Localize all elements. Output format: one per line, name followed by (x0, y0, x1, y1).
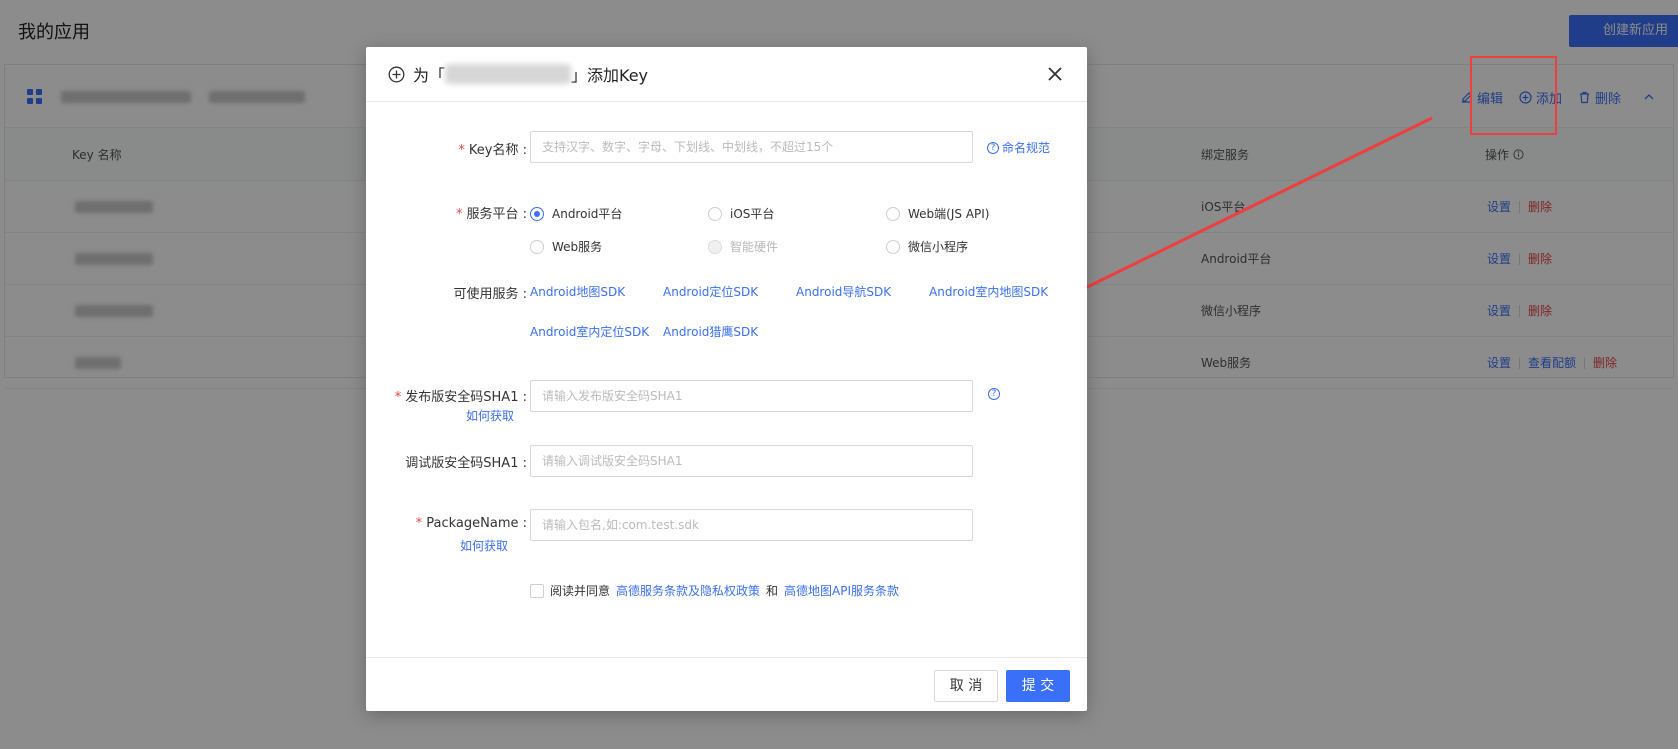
debug-sha1-input[interactable]: 请输入调试版安全码SHA1 (530, 445, 973, 477)
service-link[interactable]: Android定位SDK (663, 283, 758, 300)
close-icon[interactable] (1043, 62, 1067, 86)
app-name-redacted (445, 64, 572, 84)
cancel-button[interactable]: 取 消 (934, 670, 998, 702)
annotation-highlight-box (1470, 56, 1557, 135)
agreement-row: 阅读并同意 高德服务条款及隐私权政策 和 高德地图API服务条款 (530, 582, 899, 599)
package-name-input[interactable]: 请输入包名,如:com.test.sdk (530, 509, 973, 541)
services-label: 可使用服务 : (453, 287, 527, 302)
terms-privacy-link[interactable]: 高德服务条款及隐私权政策 (616, 582, 760, 599)
key-name-input[interactable]: 支持汉字、数字、字母、下划线、中划线，不超过15个 (530, 131, 973, 163)
naming-rules-link[interactable]: ? 命名规范 (987, 139, 1050, 156)
service-link[interactable]: Android导航SDK (796, 283, 891, 300)
radio-wechat-miniprogram[interactable]: 微信小程序 (886, 238, 968, 255)
modal-title: 为「 」添加Key (388, 47, 648, 101)
radio-android[interactable]: Android平台 (530, 205, 622, 222)
add-circle-icon (388, 66, 405, 82)
package-name-howto-link[interactable]: 如何获取 (460, 537, 508, 554)
radio-ios[interactable]: iOS平台 (708, 205, 774, 222)
platform-label: * 服务平台 : (455, 207, 527, 222)
radio-smart-hardware: 智能硬件 (708, 238, 778, 255)
modal-header: 为「 」添加Key (366, 47, 1087, 102)
radio-web-js[interactable]: Web端(JS API) (886, 205, 989, 222)
release-sha1-howto-link[interactable]: 如何获取 (466, 407, 514, 424)
key-name-label: * Key名称 : (458, 143, 527, 158)
agreement-checkbox[interactable] (530, 583, 544, 598)
modal-title-suffix: 」添加Key (571, 66, 649, 85)
agreement-and: 和 (766, 584, 779, 598)
agreement-prefix: 阅读并同意 (550, 584, 611, 598)
radio-web-service[interactable]: Web服务 (530, 238, 602, 255)
modal-title-prefix: 为「 (413, 66, 446, 85)
add-key-modal: 为「 」添加Key * Key名称 : 支持汉字、数字、字母、下划线、中划线，不超… (366, 47, 1087, 711)
question-icon: ? (988, 388, 1000, 400)
question-icon: ? (987, 141, 999, 154)
api-terms-link[interactable]: 高德地图API服务条款 (784, 582, 899, 599)
service-link[interactable]: Android地图SDK (530, 283, 625, 300)
modal-footer: 取 消 提 交 (366, 657, 1087, 712)
service-link[interactable]: Android猎鹰SDK (663, 323, 758, 340)
release-sha1-label: * 发布版安全码SHA1 : (394, 390, 527, 405)
debug-sha1-label: 调试版安全码SHA1 : (405, 456, 527, 471)
package-name-label: * PackageName : (415, 516, 527, 531)
release-sha1-help[interactable]: ? (988, 388, 1000, 400)
service-link[interactable]: Android室内定位SDK (530, 323, 649, 340)
release-sha1-input[interactable]: 请输入发布版安全码SHA1 (530, 380, 973, 412)
service-link[interactable]: Android室内地图SDK (929, 283, 1048, 300)
submit-button[interactable]: 提 交 (1006, 670, 1070, 702)
